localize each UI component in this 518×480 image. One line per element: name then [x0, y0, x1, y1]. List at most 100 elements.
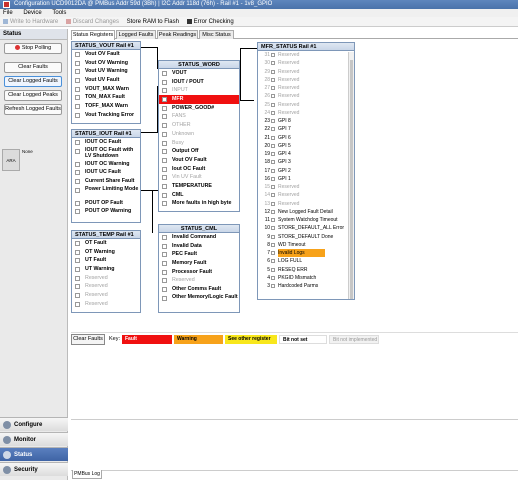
mfr-status-row-label: STORE_DEFAULT_ALL Error — [278, 225, 345, 232]
write-icon — [3, 19, 8, 24]
mfr-bit-number: 8 — [267, 241, 270, 248]
status-vout-row: TOFF_MAX Warn — [72, 102, 140, 111]
mfr-status-row-label: LOG FULL — [278, 258, 303, 265]
mfr-status-row-label: GPI 5 — [278, 142, 291, 149]
status-word-row: More faults in high byte — [159, 199, 239, 208]
status-word-row: Iout OC Fault — [159, 165, 239, 174]
bit-indicator — [162, 123, 167, 129]
clear-faults-key-button[interactable]: Clear Faults — [71, 334, 105, 345]
mfr-status-row: 29 Reserved — [258, 68, 354, 76]
status-temp-row-label: UT Fault — [85, 257, 107, 264]
stop-icon — [14, 45, 20, 50]
mfr-bit-number: 5 — [267, 266, 270, 273]
tab-logged-faults[interactable]: Logged Faults — [116, 30, 156, 39]
bit-indicator — [162, 149, 167, 155]
bit-indicator — [75, 267, 80, 273]
stop-polling-button[interactable]: Stop Polling — [4, 43, 62, 54]
status-word-title: STATUS_WORD — [159, 61, 239, 69]
bit-indicator — [75, 52, 80, 57]
bit-indicator — [75, 112, 80, 118]
mfr-status-row: 28 Reserved — [258, 76, 354, 84]
mfr-status-row-label: Reserved — [278, 101, 300, 108]
menu-bar: File Device Tools — [0, 9, 518, 17]
status-vout-row-label: Vout OV Fault — [85, 51, 120, 57]
status-word-row: VOUT — [159, 69, 239, 78]
bit-indicator — [75, 241, 80, 246]
bit-indicator — [162, 175, 167, 181]
mfr-status-row: 5 RESEQ ERR — [258, 266, 354, 274]
pmbus-log-area[interactable] — [71, 419, 518, 471]
status-iout-row: POUT OP Fault — [72, 199, 140, 208]
status-vout-row-label: Vout UV Warning — [85, 68, 128, 75]
discard-icon — [65, 19, 71, 24]
status-temp-title: STATUS_TEMP Rail #1 — [72, 231, 140, 239]
mfr-bit-number: 13 — [264, 200, 270, 207]
key-not-implemented: Bit not implemented — [329, 335, 379, 344]
mfr-status-row-label: WD Timeout — [278, 241, 306, 248]
discard-changes-button[interactable]: Discard Changes — [65, 17, 119, 27]
bit-indicator — [271, 77, 275, 82]
bit-indicator — [75, 301, 80, 307]
mfr-status-row-label: Hardcoded Parms — [278, 283, 319, 289]
bit-indicator — [162, 183, 167, 189]
tab-status-registers[interactable]: Status Registers — [71, 30, 115, 40]
mfr-status-row: 11 System Watchdog Timeout — [258, 216, 354, 224]
window-title: Configuration UCD9012DA @ PMBus Addr 59d… — [14, 1, 273, 7]
status-word-row-label: OTHER — [172, 122, 191, 129]
error-checking-button[interactable]: Error Checking — [186, 17, 234, 27]
tab-misc-status[interactable]: Misc Status — [199, 30, 234, 39]
menu-tools[interactable]: Tools — [52, 10, 66, 16]
clear-logged-peaks-button[interactable]: Clear Logged Peaks — [4, 90, 62, 101]
write-to-hardware-button[interactable]: Write to Hardware — [3, 17, 58, 27]
tab-peak-readings[interactable]: Peak Readings — [157, 30, 198, 39]
mfr-bit-number: 20 — [264, 142, 270, 149]
bit-indicator — [271, 284, 275, 288]
status-temp-row-label: OT Fault — [85, 240, 107, 246]
bit-indicator — [271, 209, 275, 214]
nav-configure[interactable]: Configure — [0, 417, 68, 431]
mfr-bit-number: 18 — [264, 159, 270, 166]
nav-status[interactable]: Status — [0, 447, 68, 461]
mfr-bit-number: 23 — [264, 118, 270, 124]
tab-pmbus-log[interactable]: PMBus Log — [72, 470, 102, 479]
status-temp-row-label: UT Warning — [85, 266, 115, 273]
mfr-status-row: 27 Reserved — [258, 84, 354, 92]
mfr-status-row: 9 STORE_DEFAULT Done — [258, 233, 354, 241]
mfr-bit-number: 6 — [267, 258, 270, 265]
mfr-scrollbar[interactable] — [348, 52, 354, 299]
mfr-status-row-label: Reserved — [278, 109, 300, 116]
bit-indicator — [75, 187, 80, 193]
status-word-row-label: IOUT / POUT — [172, 78, 204, 85]
bit-indicator — [271, 275, 275, 280]
mfr-status-row: 21 GPI 6 — [258, 134, 354, 142]
status-iout-row-label: IOUT OC Fault with LV Shutdown — [85, 147, 134, 160]
bit-indicator — [162, 261, 167, 267]
status-word-row: POWER_GOOD# — [159, 104, 239, 113]
bit-indicator — [271, 168, 275, 173]
menu-file[interactable]: File — [3, 10, 13, 16]
status-vout-title: STATUS_VOUT Rail #1 — [72, 42, 140, 50]
security-icon — [3, 466, 11, 474]
clear-faults-button[interactable]: Clear Faults — [4, 62, 62, 73]
status-vout-row: TON_MAX Fault — [72, 93, 140, 102]
mfr-status-row: 7 Invalid Logs — [258, 249, 354, 258]
status-word-row-label: INPUT — [172, 87, 188, 94]
mfr-scrollbar-thumb[interactable] — [350, 60, 353, 299]
status-cml-row: PEC Fault — [159, 250, 239, 259]
menu-device[interactable]: Device — [23, 10, 41, 16]
nav-security[interactable]: Security — [0, 462, 68, 476]
connector-temp — [141, 190, 153, 233]
refresh-logged-faults-button[interactable]: Refresh Logged Faults — [4, 104, 62, 115]
mfr-bit-number: 10 — [264, 225, 270, 232]
bit-indicator — [162, 105, 167, 111]
clear-logged-faults-button[interactable]: Clear Logged Faults — [4, 76, 62, 87]
status-iout-title: STATUS_IOUT Rail #1 — [72, 130, 140, 138]
store-ram-to-flash-button[interactable]: Store RAM to Flash — [127, 17, 179, 27]
bit-indicator — [271, 86, 275, 90]
nav-monitor[interactable]: Monitor — [0, 432, 68, 446]
status-vout-row: Vout OV Warning — [72, 59, 140, 68]
mfr-status-row-label: GPI 8 — [278, 118, 291, 124]
mfr-status-row: 15 Reserved — [258, 183, 354, 191]
status-iout-row-label: Power Limiting Mode — [85, 186, 139, 193]
mfr-status-row: 8 WD Timeout — [258, 241, 354, 249]
